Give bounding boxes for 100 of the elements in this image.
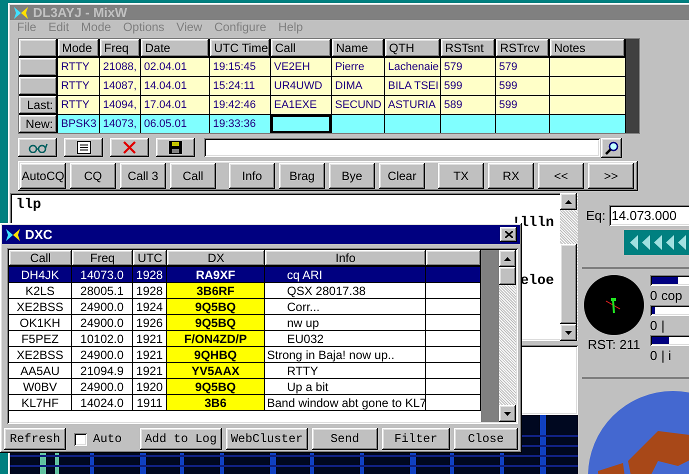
close-button[interactable] <box>500 227 517 242</box>
spot-row[interactable]: AA5AU 21094.9 1921 YV5AAX RTTY <box>9 363 481 379</box>
macro-button[interactable]: Call 3 <box>120 163 166 189</box>
column-header[interactable]: Date <box>141 39 209 57</box>
frequency-combo[interactable]: 14.073.000 <box>608 205 689 226</box>
macro-button[interactable]: TX <box>438 163 484 189</box>
table-cell[interactable]: SECUND <box>332 96 384 114</box>
column-header[interactable]: Name <box>332 39 384 57</box>
macro-button[interactable]: >> <box>588 163 634 189</box>
spot-row[interactable]: DH4JK 14073.0 1928 RA9XF cq ARI <box>9 267 481 283</box>
table-cell[interactable]: EA1EXE <box>271 96 331 114</box>
table-cell[interactable]: 19:15:45 <box>210 58 270 76</box>
table-cell[interactable] <box>332 115 384 133</box>
save-button[interactable] <box>156 138 195 157</box>
table-cell[interactable]: 599 <box>496 96 549 114</box>
scroll-button[interactable] <box>560 193 577 210</box>
table-cell[interactable] <box>385 115 440 133</box>
table-cell[interactable]: 599 <box>441 77 495 95</box>
table-cell[interactable] <box>550 58 625 76</box>
dialog-button[interactable]: Add to Log <box>140 428 222 450</box>
search-button[interactable] <box>601 138 622 158</box>
spot-row[interactable]: F5PEZ 10102.0 1921 F/ON4ZD/P EU032 <box>9 331 481 347</box>
table-cell[interactable]: 14.04.01 <box>141 77 209 95</box>
dialog-button[interactable]: Filter <box>382 428 450 450</box>
row-header[interactable]: New: <box>19 115 57 133</box>
spot-row[interactable]: XE2BSS 24900.0 1924 9Q5BQ Corr... <box>9 299 481 315</box>
column-header[interactable]: Info <box>265 250 426 266</box>
spot-row[interactable]: OK1KH 24900.0 1926 9Q5BQ nw up <box>9 315 481 331</box>
dialog-button[interactable]: Send <box>312 428 378 450</box>
dialog-button[interactable]: Close <box>454 428 518 450</box>
scrollbar[interactable] <box>499 250 516 422</box>
scrollbar[interactable] <box>560 193 578 341</box>
macro-button[interactable]: << <box>538 163 584 189</box>
glasses-button[interactable] <box>18 138 57 157</box>
table-cell[interactable]: 589 <box>441 96 495 114</box>
table-cell[interactable]: RTTY <box>58 96 99 114</box>
table-cell[interactable]: 19:33:36 <box>210 115 270 133</box>
macro-button[interactable]: Bye <box>329 163 375 189</box>
table-cell[interactable]: 02.04.01 <box>141 58 209 76</box>
table-cell[interactable]: RTTY <box>58 58 99 76</box>
table-cell[interactable]: RTTY <box>58 77 99 95</box>
checkbox[interactable] <box>74 432 87 446</box>
scroll-button[interactable] <box>499 405 516 422</box>
table-cell[interactable]: 14073, <box>100 115 140 133</box>
column-header[interactable]: UTC <box>133 250 167 266</box>
spot-row[interactable]: KL7HF 14024.0 1911 3B6 Band window abt gone to KL7 <box>9 395 481 411</box>
dialog-button[interactable]: WebCluster <box>226 428 308 450</box>
column-header[interactable]: UTC Time <box>210 39 270 57</box>
macro-button[interactable]: RX <box>488 163 534 189</box>
table-cell[interactable] <box>550 96 625 114</box>
table-cell[interactable] <box>550 115 625 133</box>
table-cell[interactable]: 14087, <box>100 77 140 95</box>
macro-button[interactable]: Info <box>229 163 275 189</box>
scrollbar[interactable] <box>626 39 639 133</box>
column-header[interactable] <box>426 250 481 266</box>
scroll-button[interactable] <box>560 324 577 341</box>
table-cell[interactable]: 579 <box>441 58 495 76</box>
table-cell[interactable]: DIMA <box>332 77 384 95</box>
column-header[interactable]: DX <box>167 250 265 266</box>
column-header[interactable]: Freq <box>72 250 133 266</box>
table-cell[interactable]: Pierre <box>332 58 384 76</box>
row-header[interactable] <box>19 77 57 95</box>
macro-button[interactable]: AutoCQ <box>20 163 66 189</box>
table-cell[interactable]: VE2EH <box>271 58 331 76</box>
scroll-thumb[interactable] <box>499 267 516 285</box>
table-cell[interactable]: ASTURIA <box>385 96 440 114</box>
scroll-button[interactable] <box>499 250 516 267</box>
spot-row[interactable]: K2LS 28005.1 1928 3B6RF QSX 28017.38 <box>9 283 481 299</box>
column-header[interactable]: Freq <box>100 39 140 57</box>
table-cell[interactable]: UR4UWD <box>271 77 331 95</box>
document-button[interactable] <box>64 138 103 157</box>
table-cell[interactable]: 19:42:46 <box>210 96 270 114</box>
table-cell[interactable]: 06.05.01 <box>141 115 209 133</box>
table-cell[interactable] <box>496 115 549 133</box>
macro-button[interactable]: Clear <box>379 163 425 189</box>
table-cell[interactable] <box>271 115 331 133</box>
column-header[interactable]: Notes <box>550 39 625 57</box>
column-header[interactable]: RSTrcv <box>496 39 549 57</box>
input-field[interactable] <box>204 138 600 157</box>
table-cell[interactable] <box>550 77 625 95</box>
table-cell[interactable]: Lachenaie <box>385 58 440 76</box>
table-cell[interactable]: 579 <box>496 58 549 76</box>
table-cell[interactable]: 599 <box>496 77 549 95</box>
column-header[interactable]: Call <box>9 250 72 266</box>
spot-row[interactable]: XE2BSS 24900.0 1921 9QHBQ Strong in Baja! now up.. <box>9 347 481 363</box>
macro-button[interactable]: Brag <box>279 163 325 189</box>
table-cell[interactable] <box>441 115 495 133</box>
row-header[interactable] <box>19 58 57 76</box>
delete-button[interactable] <box>110 138 149 157</box>
macro-button[interactable]: CQ <box>70 163 116 189</box>
column-header[interactable]: QTH <box>385 39 440 57</box>
table-cell[interactable]: BILA TSEI <box>385 77 440 95</box>
row-header[interactable]: Last: <box>19 96 57 114</box>
table-cell[interactable]: 15:24:11 <box>210 77 270 95</box>
refresh-button[interactable]: Refresh <box>4 428 66 450</box>
macro-button[interactable]: Call <box>170 163 216 189</box>
column-header[interactable]: Mode <box>58 39 99 57</box>
table-cell[interactable]: 17.04.01 <box>141 96 209 114</box>
table-cell[interactable]: 21088, <box>100 58 140 76</box>
column-header[interactable]: RSTsnt <box>441 39 495 57</box>
